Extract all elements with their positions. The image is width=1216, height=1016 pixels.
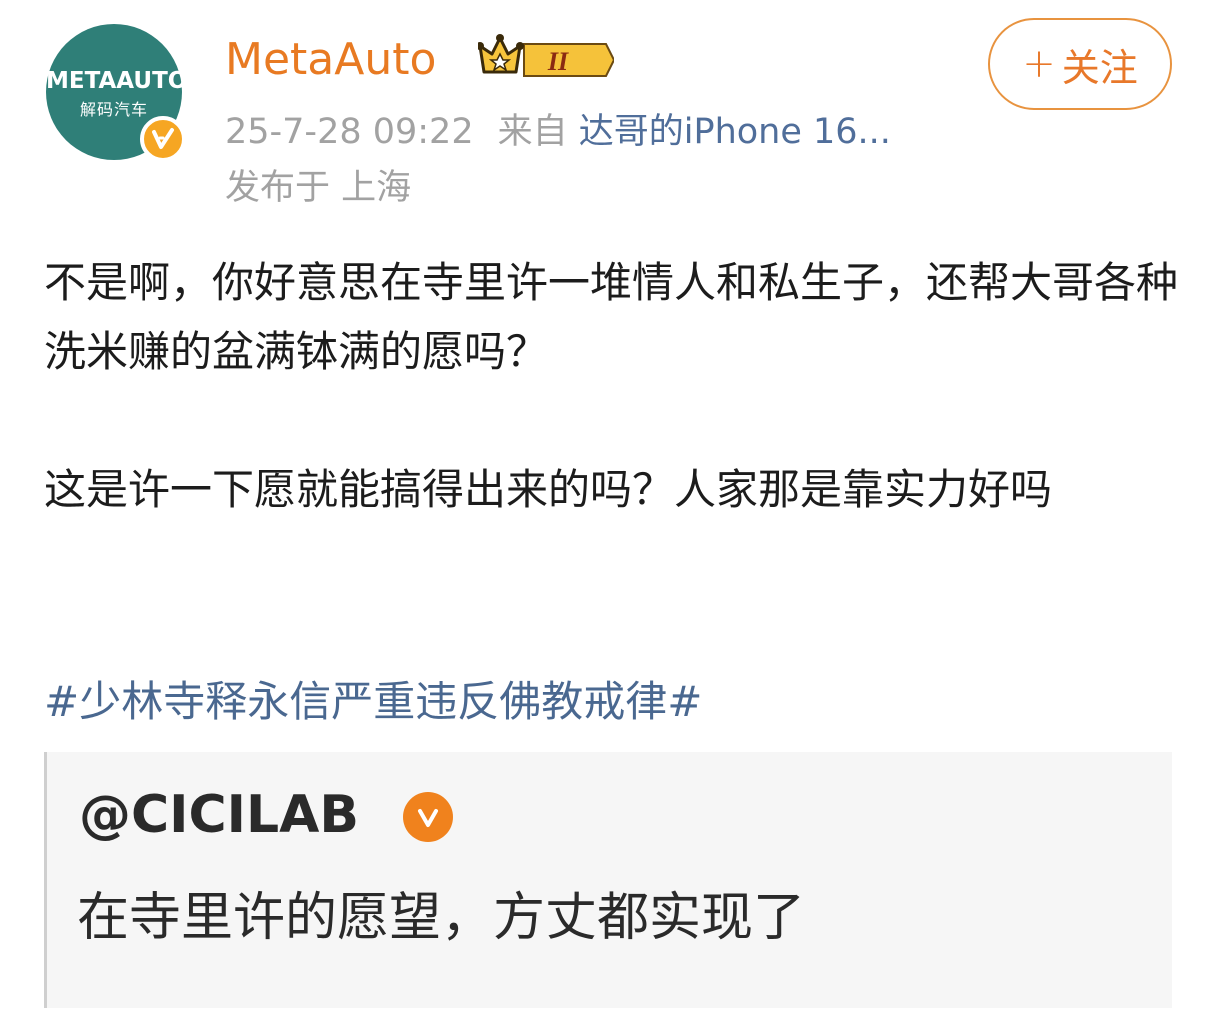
- hashtag-link[interactable]: #少林寺释永信严重违反佛教戒律#: [44, 672, 702, 732]
- quoted-user-name[interactable]: @CICILAB: [79, 780, 359, 850]
- post-timestamp: 25-7-28 09:22: [225, 112, 474, 152]
- follow-button[interactable]: + 关注: [988, 18, 1172, 110]
- avatar-logo-text: METAAUTO: [46, 68, 188, 94]
- plus-icon: +: [1022, 41, 1056, 87]
- quoted-post-text: 在寺里许的愿望，方丈都实现了: [77, 888, 806, 948]
- source-prefix: 来自: [497, 112, 568, 152]
- crown-level-icon: II: [476, 32, 616, 84]
- verified-icon: [140, 116, 186, 162]
- verified-icon: [403, 792, 453, 842]
- level-badge-text: II: [547, 47, 569, 76]
- avatar[interactable]: METAAUTO 解码汽车: [46, 24, 188, 162]
- author-name[interactable]: MetaAuto: [225, 32, 436, 88]
- post-meta: 25-7-28 09:22 来自 达哥的iPhone 16...: [225, 108, 891, 156]
- post-paragraph-2: 这是许一下愿就能搞得出来的吗？人家那是靠实力好吗: [44, 465, 1053, 514]
- quoted-post[interactable]: @CICILAB 在寺里许的愿望，方丈都实现了: [44, 752, 1172, 1008]
- post-paragraph-1: 不是啊，你好意思在寺里许一堆情人和私生子，还帮大哥各种洗米赚的盆满钵满的愿吗？: [44, 258, 1179, 376]
- post-location: 发布于 上海: [225, 168, 412, 208]
- post-body: 不是啊，你好意思在寺里许一堆情人和私生子，还帮大哥各种洗米赚的盆满钵满的愿吗？ …: [44, 248, 1184, 524]
- source-device-link[interactable]: 达哥的iPhone 16...: [579, 112, 891, 152]
- follow-button-label: 关注: [1061, 45, 1138, 90]
